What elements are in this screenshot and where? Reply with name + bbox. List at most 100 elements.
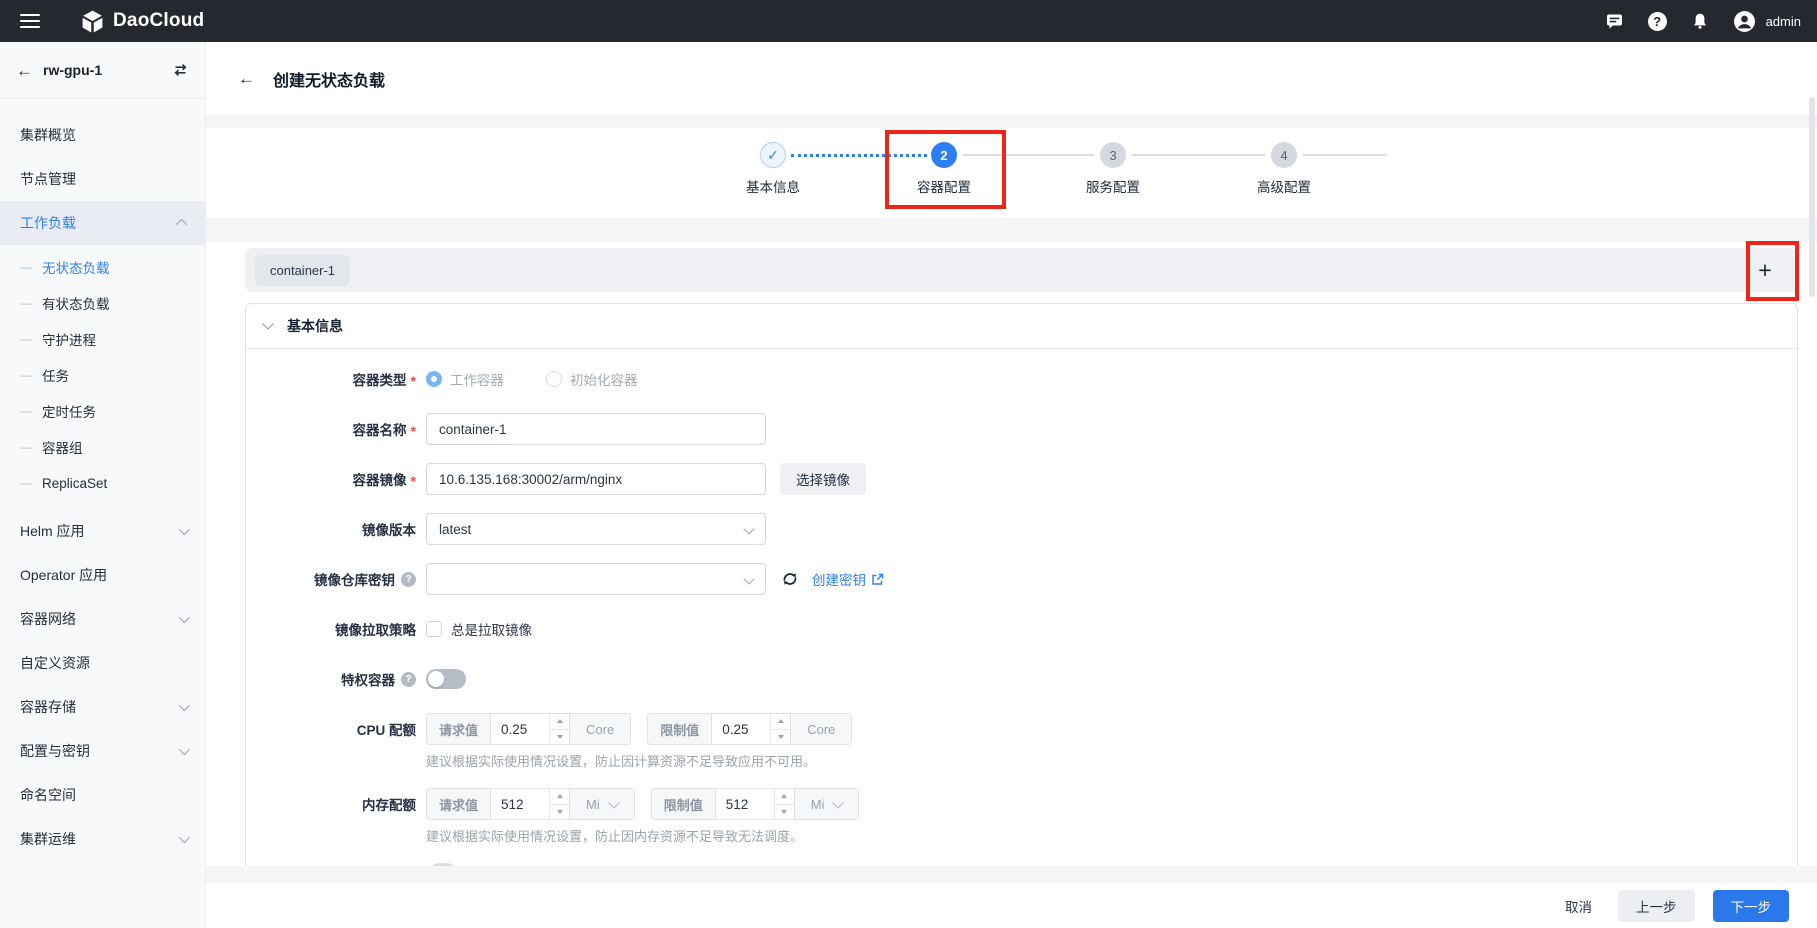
sidebar-item-daemonsets[interactable]: — 守护进程: [0, 321, 205, 357]
sidebar-item-cluster-ops[interactable]: 集群运维: [0, 817, 205, 861]
message-icon[interactable]: [1605, 12, 1624, 30]
memory-quota-row: 内存配额 请求值 Mi: [246, 788, 1797, 820]
topbar-actions: ? admin: [1605, 10, 1801, 33]
chevron-down-icon: [608, 797, 619, 808]
sidebar-item-replicasets[interactable]: — ReplicaSet: [0, 465, 205, 501]
previous-step-button[interactable]: 上一步: [1618, 890, 1695, 922]
sidebar-item-stateful-workloads[interactable]: — 有状态负载: [0, 285, 205, 321]
sidebar-item-container-storage[interactable]: 容器存储: [0, 685, 205, 729]
always-pull-checkbox[interactable]: [426, 621, 442, 637]
radio-work-container[interactable]: 工作容器: [426, 369, 504, 389]
cluster-back-icon[interactable]: ←: [16, 62, 33, 79]
sidebar-item-namespaces[interactable]: 命名空间: [0, 773, 205, 817]
page-back-icon[interactable]: ←: [238, 70, 255, 87]
memory-limit-input[interactable]: [716, 789, 774, 819]
cpu-quota-hint: 建议根据实际使用情况设置，防止因计算资源不足导致应用不可用。: [426, 751, 1797, 770]
section-title: 基本信息: [287, 316, 343, 336]
next-step-button[interactable]: 下一步: [1713, 890, 1790, 922]
basic-info-section: 基本信息 容器类型 * 工作容器: [245, 303, 1798, 866]
help-icon[interactable]: ?: [401, 572, 416, 587]
container-type-row: 容器类型 * 工作容器 初始化容器: [246, 363, 1797, 395]
sidebar-item-node-management[interactable]: 节点管理: [0, 157, 205, 201]
chevron-down-icon: [179, 832, 190, 843]
cpu-request-input[interactable]: [491, 714, 549, 744]
scrollbar-thumb[interactable]: [1809, 97, 1815, 297]
sidebar-item-cluster-overview[interactable]: 集群概览: [0, 113, 205, 157]
required-asterisk: *: [411, 473, 416, 489]
collapse-chevron-icon[interactable]: [262, 318, 273, 329]
dash-icon: —: [20, 440, 32, 454]
step-3-service-config[interactable]: 3 服务配置: [1053, 142, 1173, 196]
cpu-limit-stepper[interactable]: [770, 714, 790, 744]
daocloud-cube-icon: [80, 9, 105, 34]
required-asterisk: *: [411, 423, 416, 439]
step-2-container-config[interactable]: 2 容器配置: [884, 142, 1004, 196]
radio-unchecked-icon: [546, 371, 562, 387]
sidebar-item-jobs[interactable]: — 任务: [0, 357, 205, 393]
dash-icon: —: [20, 476, 32, 490]
sidebar-item-custom-resources[interactable]: 自定义资源: [0, 641, 205, 685]
memory-request-stepper[interactable]: [549, 789, 569, 819]
privileged-row: 特权容器 ?: [246, 663, 1797, 695]
basic-info-section-header[interactable]: 基本信息: [246, 304, 1797, 349]
privileged-label: 特权容器: [341, 669, 395, 689]
avatar[interactable]: [1733, 10, 1756, 33]
container-name-input[interactable]: [426, 413, 766, 445]
help-icon[interactable]: ?: [401, 672, 416, 687]
container-name-label: 容器名称: [353, 419, 407, 439]
image-pull-secret-select[interactable]: [426, 563, 766, 595]
memory-request-group: 请求值 Mi: [426, 788, 635, 820]
memory-request-input[interactable]: [491, 789, 549, 819]
container-image-label: 容器镜像: [353, 469, 407, 489]
topbar: DaoCloud ?: [0, 0, 1817, 42]
cluster-name: rw-gpu-1: [43, 62, 162, 78]
privileged-toggle[interactable]: [426, 669, 466, 689]
sidebar-item-helm-apps[interactable]: Helm 应用: [0, 509, 205, 553]
memory-request-unit-select[interactable]: Mi: [569, 789, 634, 819]
image-version-select[interactable]: latest: [426, 513, 766, 545]
chevron-down-icon: [833, 797, 844, 808]
sidebar-nav: 集群概览 节点管理 工作负载 — 无状态负载 — 有状态负载 —: [0, 99, 205, 861]
cancel-button[interactable]: 取消: [1557, 896, 1600, 916]
brand-logo[interactable]: DaoCloud: [80, 9, 204, 34]
memory-quota-hint: 建议根据实际使用情况设置，防止因内存资源不足导致无法调度。: [426, 826, 1797, 845]
sidebar-item-workloads[interactable]: 工作负载: [0, 201, 205, 245]
menu-toggle-icon[interactable]: [20, 14, 40, 28]
help-icon[interactable]: ?: [1648, 12, 1667, 31]
sidebar-item-config-secrets[interactable]: 配置与密钥: [0, 729, 205, 773]
add-container-button[interactable]: +: [1748, 254, 1782, 286]
cpu-quota-row: CPU 配额 请求值 Core: [246, 713, 1797, 745]
switch-cluster-icon[interactable]: [172, 62, 189, 78]
memory-limit-stepper[interactable]: [774, 789, 794, 819]
radio-init-container[interactable]: 初始化容器: [546, 369, 638, 389]
sidebar: ← rw-gpu-1 集群概览 节点管理 工作负载 —: [0, 42, 206, 928]
refresh-secrets-icon[interactable]: [781, 570, 799, 588]
sidebar-item-cronjobs[interactable]: — 定时任务: [0, 393, 205, 429]
radio-checked-icon: [426, 371, 442, 387]
step-connector-tail: [1303, 154, 1387, 156]
container-image-row: 容器镜像 * 选择镜像: [246, 463, 1797, 495]
dash-icon: —: [20, 404, 32, 418]
bell-icon[interactable]: [1691, 12, 1709, 30]
main-content: ← 创建无状态负载 ✓ 基本信息 2 容器配置 3 服务配置 4 高级配置: [206, 42, 1817, 928]
sidebar-item-container-network[interactable]: 容器网络: [0, 597, 205, 641]
sidebar-item-stateless-workloads[interactable]: — 无状态负载: [0, 249, 205, 285]
memory-limit-unit-select[interactable]: Mi: [794, 789, 859, 819]
step-4-advanced-config[interactable]: 4 高级配置: [1224, 142, 1344, 196]
sidebar-item-operator-apps[interactable]: Operator 应用: [0, 553, 205, 597]
sidebar-header: ← rw-gpu-1: [0, 42, 205, 99]
image-version-row: 镜像版本 latest: [246, 513, 1797, 545]
dash-icon: —: [20, 368, 32, 382]
create-secret-link[interactable]: 创建密钥: [812, 569, 884, 589]
select-image-button[interactable]: 选择镜像: [780, 463, 866, 495]
chevron-down-icon: [179, 744, 190, 755]
container-tab[interactable]: container-1: [255, 255, 350, 286]
container-tab-strip: container-1 +: [245, 248, 1798, 292]
dash-icon: —: [20, 332, 32, 346]
sidebar-item-pods[interactable]: — 容器组: [0, 429, 205, 465]
cpu-request-stepper[interactable]: [549, 714, 569, 744]
container-image-input[interactable]: [426, 463, 766, 495]
cpu-limit-input[interactable]: [712, 714, 770, 744]
cpu-quota-label: CPU 配额: [357, 719, 416, 739]
step-1-basic-info[interactable]: ✓ 基本信息: [713, 142, 833, 196]
